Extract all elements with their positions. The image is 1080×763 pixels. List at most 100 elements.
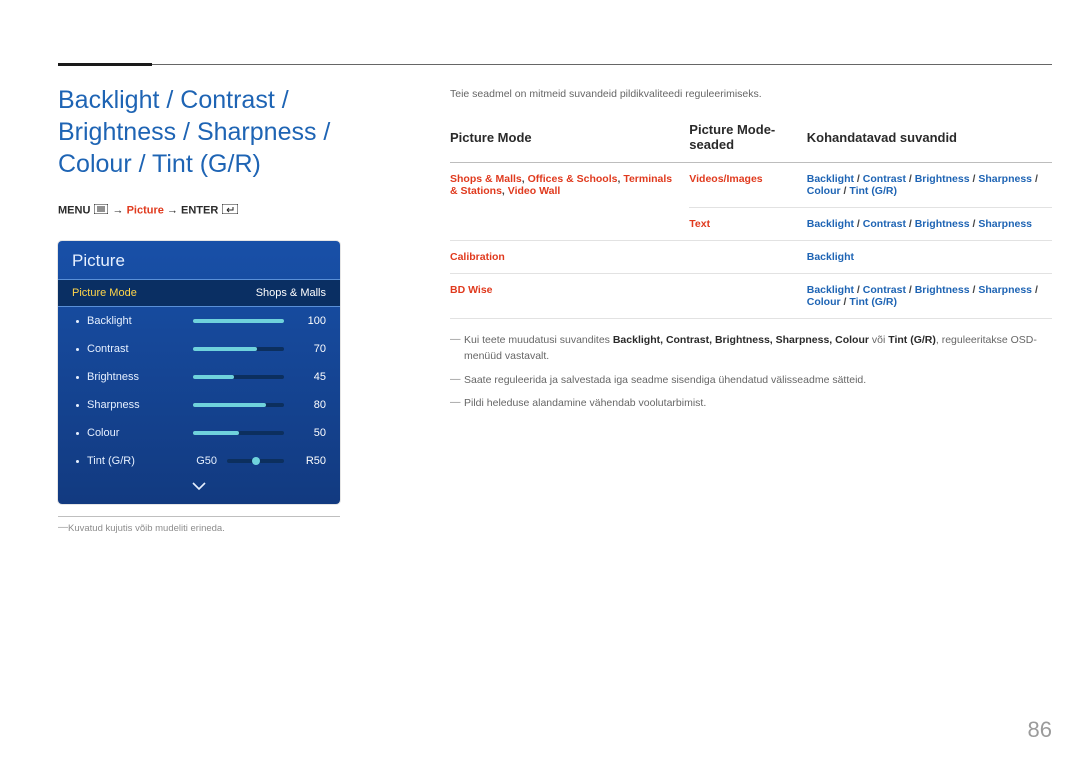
page-number: 86 bbox=[1028, 717, 1052, 743]
slider-track[interactable] bbox=[193, 403, 284, 407]
menu-path: MENU → Picture → ENTER bbox=[58, 204, 404, 217]
mode-cell: Calibration bbox=[450, 241, 689, 274]
osd-slider-row[interactable]: Sharpness80 bbox=[58, 391, 340, 419]
adjustable-cell: Backlight / Contrast / Brightness / Shar… bbox=[807, 274, 1052, 319]
table-row: Shops & Malls, Offices & Schools, Termin… bbox=[450, 163, 1052, 208]
slider-value: 50 bbox=[296, 427, 326, 439]
adjustable-cell: Backlight / Contrast / Brightness / Shar… bbox=[807, 208, 1052, 241]
table-row: Calibration Backlight bbox=[450, 241, 1052, 274]
slider-track[interactable] bbox=[193, 375, 284, 379]
page-content: Backlight / Contrast / Brightness / Shar… bbox=[58, 84, 1052, 534]
osd-panel: Picture Picture Mode Shops & Malls Backl… bbox=[58, 241, 340, 504]
osd-footnote: Kuvatud kujutis võib mudeliti erineda. bbox=[58, 523, 404, 534]
token: / bbox=[854, 218, 863, 230]
slider-value: 80 bbox=[296, 399, 326, 411]
note-item: Kui teete muudatusi suvandites Backlight… bbox=[450, 329, 1052, 369]
token: Brightness bbox=[915, 173, 970, 185]
adjustable-cell: Backlight / Contrast / Brightness / Shar… bbox=[807, 163, 1052, 208]
settings-cell: Text bbox=[689, 208, 806, 241]
token: Tint (G/R) bbox=[849, 296, 897, 308]
osd-title: Picture bbox=[58, 241, 340, 279]
enter-label: ENTER bbox=[181, 204, 218, 216]
token: / bbox=[854, 173, 863, 185]
token: Colour bbox=[807, 296, 841, 308]
tint-label: Tint (G/R) bbox=[87, 455, 191, 467]
page-title: Backlight / Contrast / Brightness / Shar… bbox=[58, 84, 404, 180]
token: Sharpness bbox=[978, 173, 1032, 185]
osd-selected-row[interactable]: Picture Mode Shops & Malls bbox=[58, 279, 340, 307]
slider-value: 100 bbox=[296, 315, 326, 327]
arrow-1: → bbox=[113, 204, 124, 216]
mode-cell: BD Wise bbox=[450, 274, 689, 319]
menu-label: MENU bbox=[58, 204, 90, 216]
tint-left-value: G50 bbox=[191, 455, 217, 467]
left-column: Backlight / Contrast / Brightness / Shar… bbox=[58, 84, 404, 534]
token: Videos/Images bbox=[689, 173, 762, 185]
token: Backlight bbox=[807, 251, 854, 263]
right-column: Teie seadmel on mitmeid suvandeid pildik… bbox=[450, 84, 1052, 534]
bullet-icon bbox=[76, 432, 79, 435]
slider-value: 70 bbox=[296, 343, 326, 355]
header-rule bbox=[58, 64, 1052, 65]
table-header: Picture Mode bbox=[450, 122, 689, 163]
osd-slider-row[interactable]: Brightness 45 bbox=[58, 363, 340, 391]
slider-track[interactable] bbox=[193, 347, 284, 351]
slider-track[interactable] bbox=[193, 431, 284, 435]
osd-slider-row[interactable]: Colour50 bbox=[58, 419, 340, 447]
token: Contrast bbox=[863, 173, 906, 185]
chevron-down-icon[interactable] bbox=[58, 475, 340, 494]
token: Brightness bbox=[915, 218, 970, 230]
intro-text: Teie seadmel on mitmeid suvandeid pildik… bbox=[450, 84, 1052, 100]
token: Shops & Malls bbox=[450, 173, 522, 185]
bullet-icon bbox=[76, 348, 79, 351]
token: Text bbox=[689, 218, 710, 230]
token: Backlight bbox=[807, 173, 854, 185]
token: Contrast bbox=[863, 284, 906, 296]
menu-icon bbox=[94, 204, 108, 217]
settings-cell bbox=[689, 274, 806, 319]
slider-track[interactable] bbox=[193, 319, 284, 323]
token: / bbox=[970, 173, 979, 185]
note-item: Pildi heleduse alandamine vähendab voolu… bbox=[450, 392, 1052, 416]
osd-divider bbox=[58, 516, 340, 517]
osd-selected-label: Picture Mode bbox=[72, 287, 137, 299]
arrow-2: → bbox=[167, 204, 178, 216]
token: Brightness bbox=[915, 284, 970, 296]
token: Contrast bbox=[863, 218, 906, 230]
tint-slider[interactable] bbox=[227, 459, 284, 463]
settings-cell bbox=[689, 241, 806, 274]
token: / bbox=[906, 218, 915, 230]
slider-label: Brightness bbox=[87, 371, 191, 383]
token: / bbox=[970, 284, 979, 296]
token: / bbox=[1032, 284, 1038, 296]
token: / bbox=[906, 284, 915, 296]
token: Sharpness bbox=[978, 218, 1032, 230]
token: Colour bbox=[807, 185, 841, 197]
token: / bbox=[906, 173, 915, 185]
slider-label: Contrast bbox=[87, 343, 191, 355]
picture-mode-table: Picture ModePicture Mode-seadedKohandata… bbox=[450, 122, 1052, 319]
token: / bbox=[970, 218, 979, 230]
osd-slider-row[interactable]: Contrast 70 bbox=[58, 335, 340, 363]
osd-slider-rows: Backlight 100 Contrast 70 Brightness 45 Sharpn… bbox=[58, 307, 340, 447]
slider-value: 45 bbox=[296, 371, 326, 383]
picture-path: Picture bbox=[127, 204, 164, 216]
bullet-icon bbox=[76, 376, 79, 379]
note-item: Saate reguleerida ja salvestada iga sead… bbox=[450, 369, 1052, 393]
enter-icon bbox=[222, 204, 238, 217]
token: Video Wall bbox=[508, 185, 561, 197]
mode-cell: Shops & Malls, Offices & Schools, Termin… bbox=[450, 163, 689, 241]
notes-section: Kui teete muudatusi suvandites Backlight… bbox=[450, 329, 1052, 416]
slider-label: Backlight bbox=[87, 315, 191, 327]
table-header: Picture Mode-seaded bbox=[689, 122, 806, 163]
token: Tint (G/R) bbox=[849, 185, 897, 197]
osd-slider-row[interactable]: Backlight 100 bbox=[58, 307, 340, 335]
token: BD Wise bbox=[450, 284, 493, 296]
token: Sharpness bbox=[978, 284, 1032, 296]
token: / bbox=[854, 284, 863, 296]
adjustable-cell: Backlight bbox=[807, 241, 1052, 274]
token: Offices & Schools bbox=[528, 173, 618, 185]
table-header: Kohandatavad suvandid bbox=[807, 122, 1052, 163]
token: Backlight bbox=[807, 284, 854, 296]
osd-tint-row[interactable]: Tint (G/R) G50 R50 bbox=[58, 447, 340, 475]
